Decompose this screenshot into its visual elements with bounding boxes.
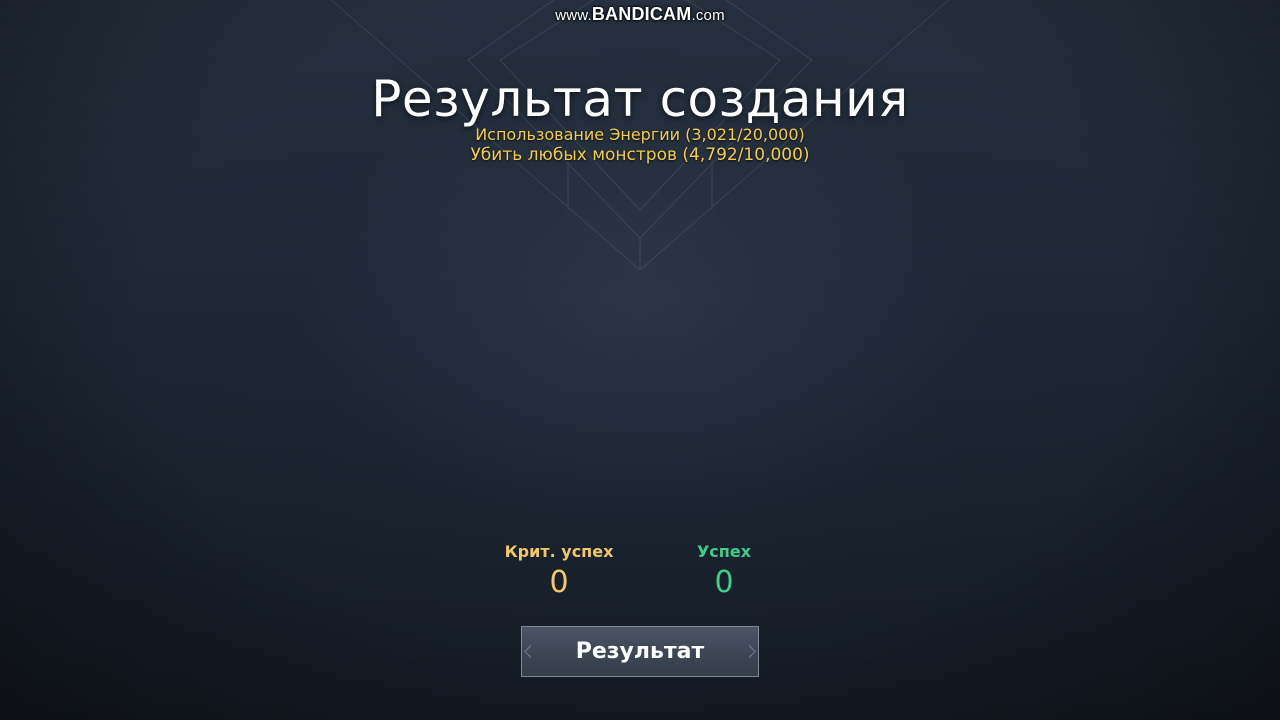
watermark-prefix: www. [555, 7, 592, 24]
result-button-label: Результат [575, 639, 705, 664]
success-count: 0 [714, 565, 734, 600]
watermark-brand: BANDICAM [591, 4, 692, 24]
button-edge-left-ornament [524, 645, 537, 658]
result-button[interactable]: Результат [521, 626, 759, 677]
success-label: Успех [696, 542, 752, 561]
quest-progress-list: Использование Энергии (3,021/20,000) Уби… [0, 124, 1280, 166]
page-title: Результат создания [371, 70, 909, 128]
crafting-result-screen: www.BANDICAM.com Результат создания Испо… [0, 0, 1280, 720]
bandicam-watermark: www.BANDICAM.com [0, 4, 1280, 25]
button-edge-right-ornament [743, 645, 756, 658]
watermark-suffix: .com [691, 7, 725, 24]
quest-kill-monsters: Убить любых монстров (4,792/10,000) [470, 145, 810, 165]
success-stat: Успех 0 [624, 541, 824, 601]
quest-energy-usage: Использование Энергии (3,021/20,000) [475, 125, 805, 144]
